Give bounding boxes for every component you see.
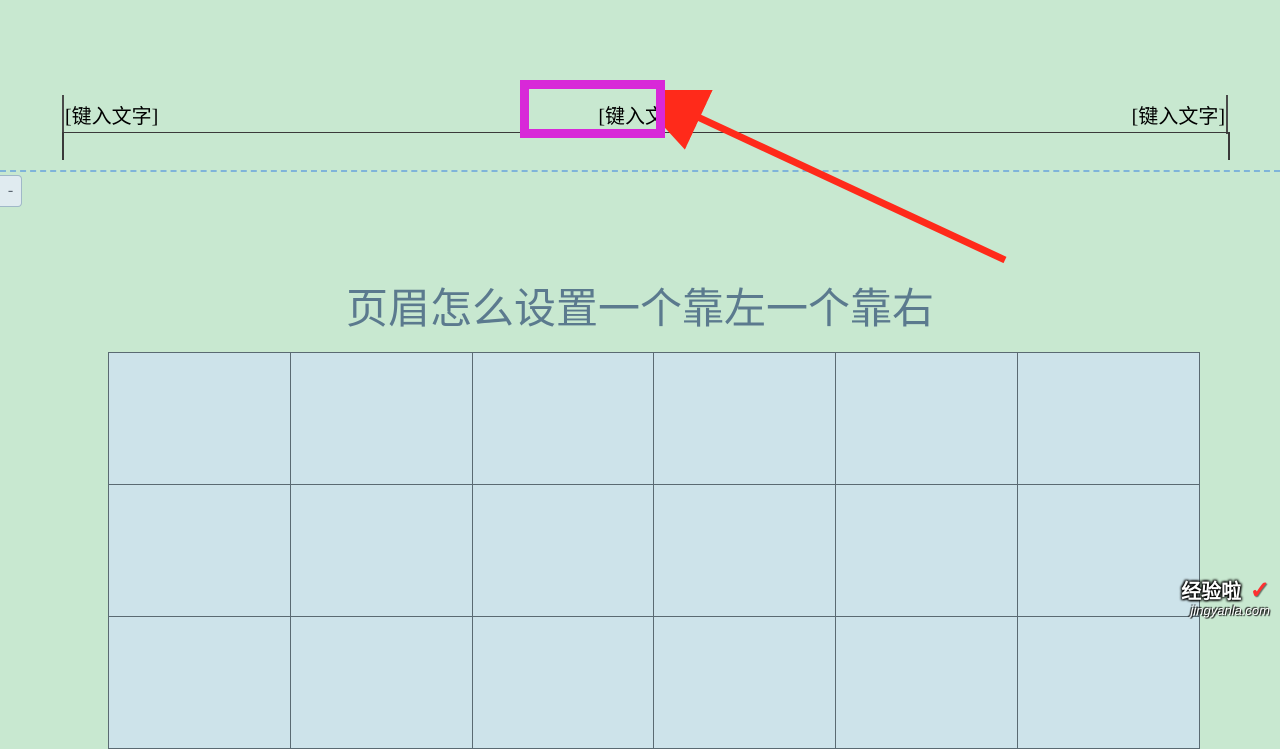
table-row <box>109 353 1200 485</box>
table-cell[interactable] <box>290 617 472 749</box>
content-table <box>108 352 1200 749</box>
table-cell[interactable] <box>472 617 654 749</box>
table-row <box>109 485 1200 617</box>
header-tick-right <box>1228 132 1230 160</box>
watermark-name: 经验啦 <box>1181 575 1241 604</box>
watermark: 经验啦 ✓ jingyanla.com <box>1181 575 1270 618</box>
table-cell[interactable] <box>654 617 836 749</box>
table-cell[interactable] <box>290 485 472 617</box>
table-cell[interactable] <box>654 485 836 617</box>
collapse-button[interactable]: - <box>0 175 22 207</box>
page-title: 页眉怎么设置一个靠左一个靠右 <box>346 275 934 336</box>
table-cell[interactable] <box>836 485 1018 617</box>
table-cell[interactable] <box>109 617 291 749</box>
header-left-placeholder[interactable]: [键入文字] <box>65 100 158 129</box>
table-cell[interactable] <box>472 353 654 485</box>
table-cell[interactable] <box>109 485 291 617</box>
highlight-annotation <box>520 80 665 138</box>
watermark-check-icon: ✓ <box>1250 577 1270 604</box>
table-cell[interactable] <box>836 353 1018 485</box>
header-right-placeholder[interactable]: [键入文字] <box>1132 100 1225 129</box>
table-cell[interactable] <box>290 353 472 485</box>
table-cell[interactable] <box>109 353 291 485</box>
table-cell[interactable] <box>472 485 654 617</box>
table-cell[interactable] <box>1018 353 1200 485</box>
margin-guide-line <box>0 170 1280 172</box>
header-tick-left <box>62 132 64 160</box>
table-cell[interactable] <box>1018 485 1200 617</box>
table-row <box>109 617 1200 749</box>
table-cell[interactable] <box>654 353 836 485</box>
table-cell[interactable] <box>1018 617 1200 749</box>
table-cell[interactable] <box>836 617 1018 749</box>
watermark-url: jingyanla.com <box>1181 603 1270 618</box>
arrow-annotation <box>665 90 1020 272</box>
